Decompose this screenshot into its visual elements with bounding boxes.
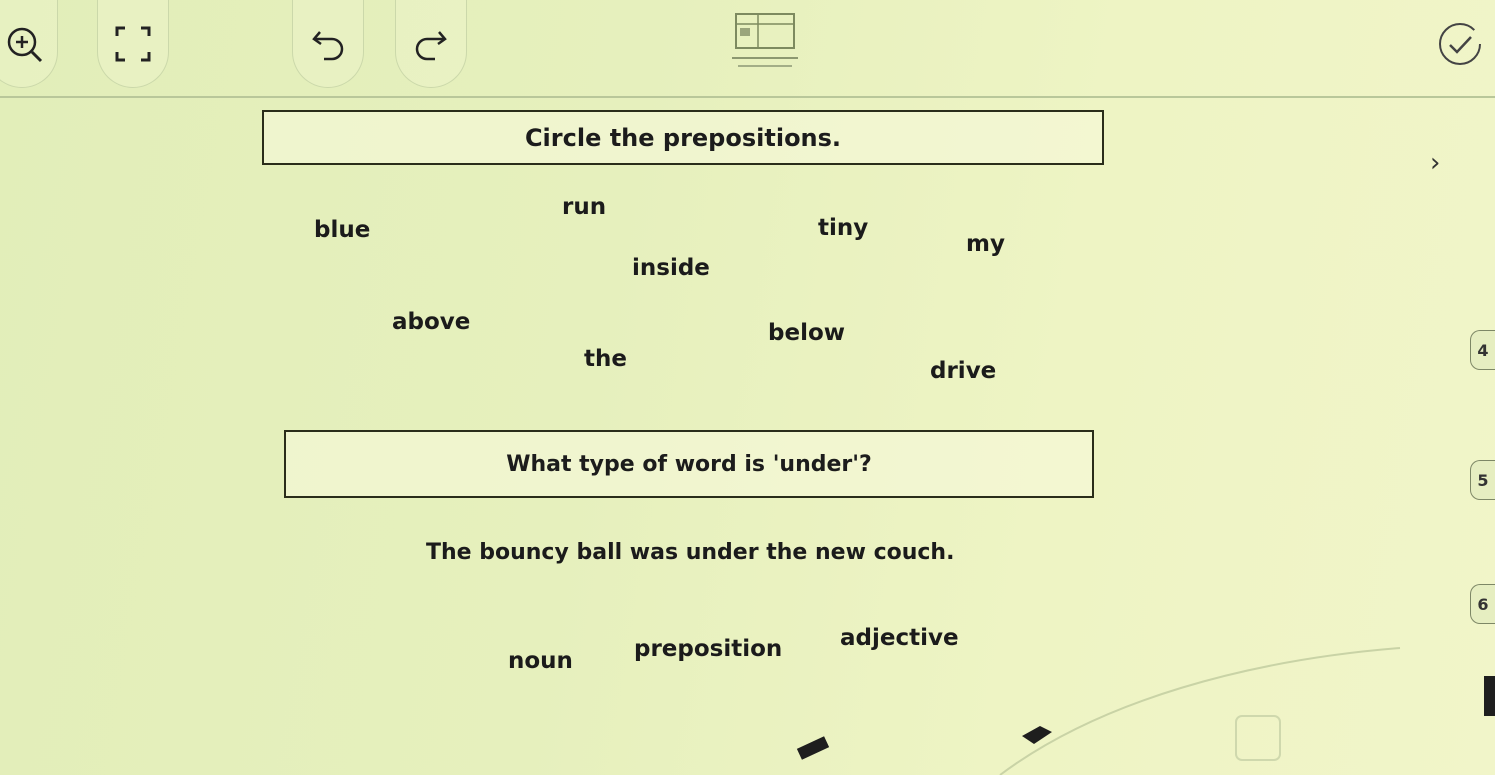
question-banner-word-type: What type of word is 'under'? [284, 430, 1094, 498]
fullscreen-icon [115, 26, 151, 61]
page-tab-5[interactable]: 5 [1470, 460, 1495, 500]
question-prompt: What type of word is 'under'? [506, 451, 872, 477]
undo-button[interactable] [292, 0, 364, 88]
zoom-in-icon [7, 27, 43, 62]
answer-option-preposition[interactable]: preposition [634, 636, 782, 662]
word-option-blue[interactable]: blue [314, 219, 370, 242]
toolbar [0, 0, 1495, 98]
page-number: 6 [1477, 594, 1489, 614]
word-option-run[interactable]: run [562, 196, 606, 219]
redo-icon [415, 30, 447, 60]
word-option-the[interactable]: the [584, 348, 627, 371]
page-thumbnails-button[interactable] [728, 10, 802, 72]
answer-option-noun[interactable]: noun [508, 648, 573, 674]
word-option-my[interactable]: my [966, 233, 1005, 256]
page-thumbnails-icon [732, 13, 798, 67]
page-tab-6[interactable]: 6 [1470, 584, 1495, 624]
question-banner-prepositions: Circle the prepositions. [262, 110, 1104, 165]
word-option-below[interactable]: below [768, 322, 845, 345]
answer-option-adjective[interactable]: adjective [840, 625, 959, 651]
word-option-drive[interactable]: drive [930, 360, 996, 383]
check-circle-icon [1439, 23, 1481, 65]
question-prompt: Circle the prepositions. [524, 123, 842, 152]
check-answer-button[interactable] [1432, 16, 1488, 72]
page-tab-4[interactable]: 4 [1470, 330, 1495, 370]
fullscreen-button[interactable] [97, 0, 169, 88]
word-option-inside[interactable]: inside [632, 257, 710, 280]
example-sentence: The bouncy ball was under the new couch. [426, 540, 955, 565]
zoom-in-button[interactable] [0, 0, 58, 88]
page-number: 5 [1477, 470, 1489, 490]
word-option-tiny[interactable]: tiny [818, 217, 868, 240]
word-option-above[interactable]: above [392, 311, 470, 334]
redo-button[interactable] [395, 0, 467, 88]
page-number: 4 [1477, 340, 1489, 360]
undo-icon [312, 30, 344, 60]
next-page-button[interactable]: › [1430, 148, 1440, 178]
